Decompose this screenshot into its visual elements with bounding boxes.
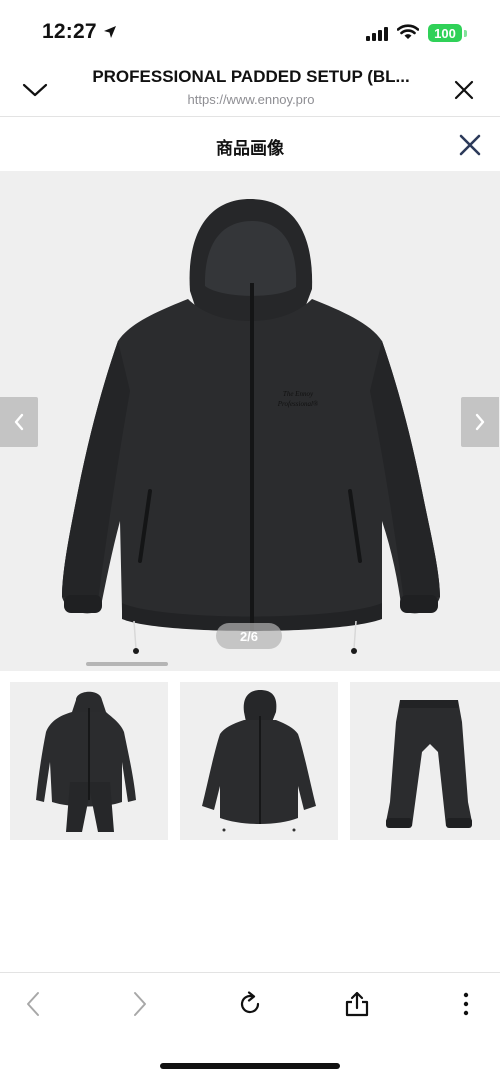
thumbnail-setup[interactable]: [10, 682, 168, 840]
main-product-image[interactable]: The Ennoy Professional® 2/6: [0, 171, 500, 671]
chevron-down-icon[interactable]: [20, 76, 50, 102]
reload-button[interactable]: [235, 989, 265, 1019]
browser-toolbar: [0, 972, 500, 1035]
wifi-icon: [397, 24, 419, 39]
close-icon[interactable]: [452, 78, 476, 102]
share-button[interactable]: [342, 989, 372, 1019]
setup-thumbnail-image: [36, 691, 136, 832]
location-arrow-icon: [104, 26, 116, 38]
back-button[interactable]: [18, 989, 48, 1019]
image-counter: 2/6: [216, 623, 282, 649]
browser-header: PROFESSIONAL PADDED SETUP (BL... https:/…: [0, 60, 500, 116]
back-icon: [27, 992, 39, 1016]
forward-button[interactable]: [125, 989, 155, 1019]
chevron-left-icon: [14, 413, 24, 431]
next-image-button[interactable]: [461, 397, 499, 447]
battery-cap: [464, 30, 467, 37]
more-vertical-icon: [463, 992, 469, 1016]
page-title: PROFESSIONAL PADDED SETUP (BL...: [92, 67, 410, 86]
gallery-title: 商品画像: [216, 139, 284, 158]
thumbnail-pants[interactable]: [350, 682, 500, 840]
jacket-thumbnail-image: [202, 690, 316, 832]
more-button[interactable]: [451, 989, 481, 1019]
reload-icon: [240, 991, 260, 1014]
status-bar: 12:27 100: [0, 0, 500, 60]
battery-level: 100: [434, 25, 456, 41]
share-icon: [345, 991, 369, 1017]
home-indicator: [160, 1063, 340, 1069]
gallery-close-icon[interactable]: [458, 133, 482, 157]
forward-icon: [134, 992, 146, 1016]
page-url[interactable]: https://www.ennoy.pro: [70, 92, 432, 107]
jacket-print-line1: The Ennoy: [283, 390, 314, 398]
thumbnail-strip: [10, 682, 500, 840]
jacket-print-line2: Professional®: [277, 400, 319, 408]
thumbnail-jacket[interactable]: [180, 682, 338, 840]
padded-jacket-image: The Ennoy Professional®: [62, 199, 440, 654]
status-time: 12:27: [42, 20, 97, 43]
battery-indicator: 100: [428, 24, 462, 42]
gallery-header: 商品画像: [0, 117, 500, 171]
cellular-signal-icon: [366, 25, 388, 41]
horizontal-scroll-indicator: [86, 662, 168, 666]
previous-image-button[interactable]: [0, 397, 38, 447]
chevron-right-icon: [475, 413, 485, 431]
pants-thumbnail-image: [386, 700, 472, 828]
